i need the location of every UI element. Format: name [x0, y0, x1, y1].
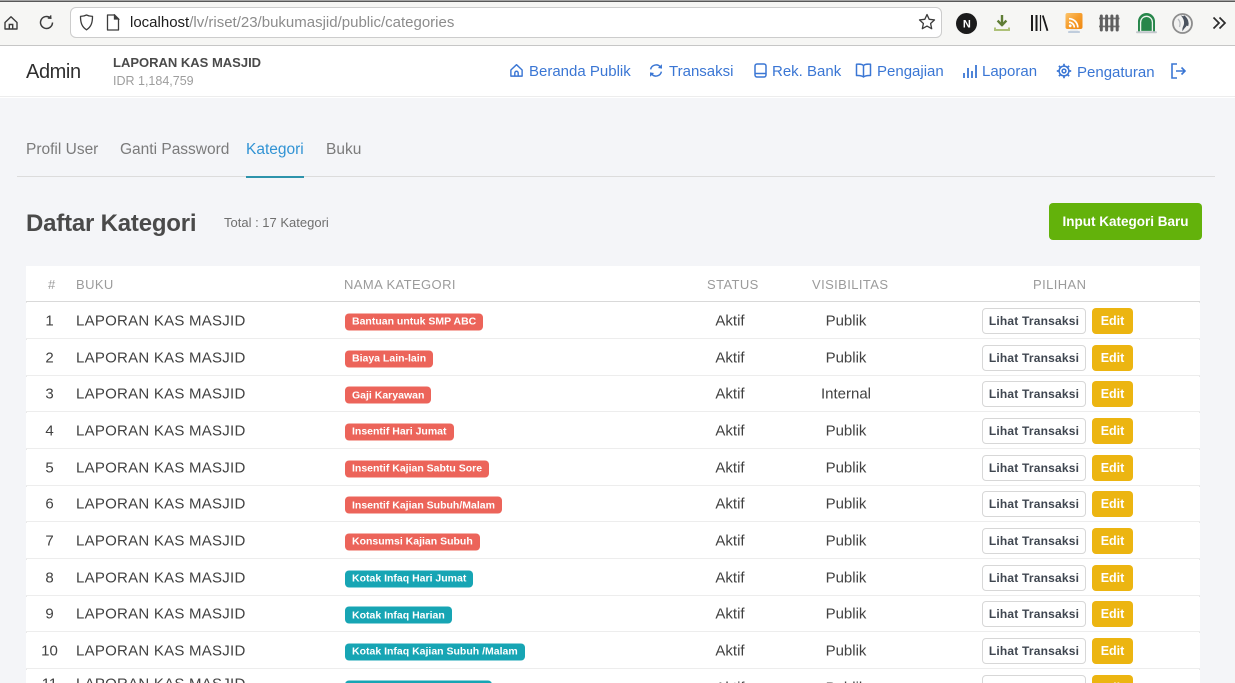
svg-text:N: N: [963, 19, 971, 31]
